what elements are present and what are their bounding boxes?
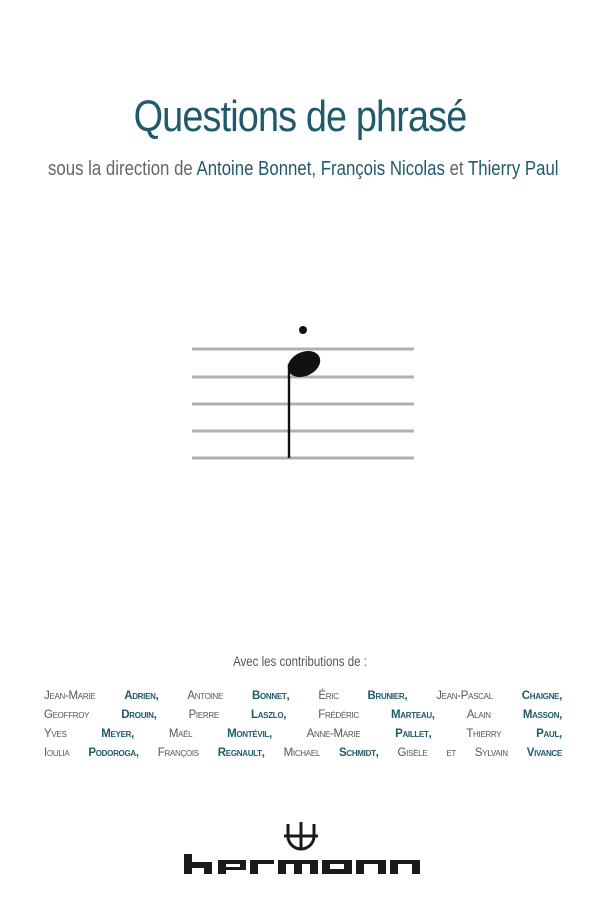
contributor-first-name: Geoffroy bbox=[44, 709, 90, 721]
hermann-publisher-logo bbox=[184, 822, 420, 874]
contributor-first-name: Éric bbox=[318, 690, 339, 702]
contributor-last-name: Vivance bbox=[526, 747, 563, 759]
contributor-first-name: Thierry bbox=[466, 728, 502, 740]
contributor-last-name: Regnault, bbox=[217, 747, 265, 759]
contributor-first-name: Pierre bbox=[188, 709, 220, 721]
contributions-heading: Avec les contributions de : bbox=[233, 653, 367, 669]
contributor-first-name: Jean-Pascal bbox=[436, 690, 493, 702]
contributor-last-name: Paul, bbox=[536, 728, 562, 740]
contributor-last-name: Meyer, bbox=[101, 728, 135, 740]
contributor-first-name: Antoine bbox=[187, 690, 224, 702]
contributor-first-name: Jean-Marie bbox=[44, 690, 96, 702]
contributor-first-name: et bbox=[446, 747, 456, 759]
contributor-last-name: Podoroga, bbox=[88, 747, 139, 759]
editor-3: Thierry Paul bbox=[467, 158, 559, 180]
contributor-last-name: Brunier, bbox=[367, 690, 408, 702]
contributors-line: Ioulia Podoroga, François Regnault, Michael S… bbox=[44, 747, 562, 766]
contributor-first-name: Frédéric bbox=[318, 709, 359, 721]
contributor-last-name: Adrien, bbox=[124, 690, 159, 702]
book-cover: Questions de phrasé sous la direction de… bbox=[0, 0, 600, 920]
book-subtitle: sous la direction de Antoine Bonnet, Fra… bbox=[48, 158, 559, 181]
contributor-first-name: Ioulia bbox=[44, 747, 70, 759]
subtitle-connector: et bbox=[449, 158, 464, 180]
contributor-last-name: Paillet, bbox=[395, 728, 432, 740]
contributors-line: Jean-Marie Adrien, Antoine Bonnet, Éric Bruni… bbox=[44, 690, 562, 709]
contributor-first-name: Yves bbox=[44, 728, 67, 740]
contributor-first-name: Maël bbox=[168, 728, 193, 740]
editor-1: Antoine Bonnet, bbox=[196, 158, 317, 180]
contributor-last-name: Chaigne, bbox=[521, 690, 563, 702]
staccato-dot bbox=[299, 326, 307, 334]
contributor-last-name: Schmidt, bbox=[338, 747, 379, 759]
hermann-emblem-icon bbox=[284, 822, 318, 851]
contributor-last-name: Laszlo, bbox=[250, 709, 287, 721]
contributor-last-name: Marteau, bbox=[391, 709, 435, 721]
subtitle-prefix: sous la direction de bbox=[48, 158, 193, 180]
contributor-last-name: Montévil, bbox=[227, 728, 272, 740]
editor-2: François Nicolas bbox=[320, 158, 445, 180]
contributor-first-name: Sylvain bbox=[474, 747, 508, 759]
contributor-first-name: Anne-Marie bbox=[306, 728, 361, 740]
contributor-last-name: Bonnet, bbox=[252, 690, 290, 702]
book-title: Questions de phrasé bbox=[133, 92, 468, 141]
contributor-first-name: Alain bbox=[466, 709, 491, 721]
hermann-wordmark bbox=[184, 854, 420, 874]
music-staff-illustration bbox=[192, 326, 414, 460]
contributor-last-name: Masson, bbox=[522, 709, 562, 721]
contributors-list: Jean-Marie Adrien, Antoine Bonnet, Éric Bruni… bbox=[44, 690, 562, 766]
contributor-last-name: Drouin, bbox=[121, 709, 157, 721]
contributors-line: Geoffroy Drouin, Pierre Laszlo, Frédéric Mart… bbox=[44, 709, 562, 728]
contributor-first-name: François bbox=[157, 747, 199, 759]
contributors-line: Yves Meyer, Maël Montévil, Anne-Marie Paillet… bbox=[44, 728, 562, 747]
contributor-first-name: Michael bbox=[283, 747, 321, 759]
contributor-first-name: Gisèle bbox=[397, 747, 428, 759]
